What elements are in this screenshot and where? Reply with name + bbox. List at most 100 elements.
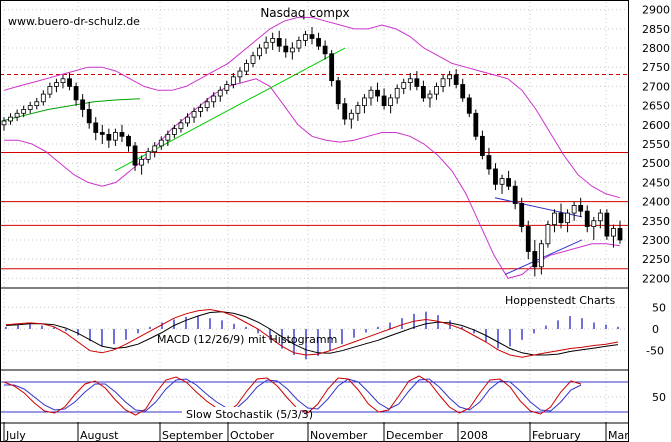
candle-body — [617, 228, 623, 241]
chart-title: Nasdaq compx — [260, 6, 349, 20]
price-tick-label: 2350 — [642, 215, 670, 228]
candle-body — [270, 38, 276, 43]
candle-body — [191, 110, 197, 118]
x-axis-label: August — [80, 429, 119, 442]
candle-body — [86, 109, 92, 124]
x-axis-label: November — [310, 429, 368, 442]
candle-body — [14, 112, 20, 118]
price-tick-label: 2750 — [642, 61, 670, 74]
x-axis-label: February — [532, 429, 581, 442]
price-tick-label: 2550 — [642, 138, 670, 151]
candle-body — [316, 38, 321, 47]
candle-body — [99, 132, 105, 135]
candle-body — [27, 105, 33, 110]
candle-body — [152, 145, 158, 153]
candle-body — [113, 132, 118, 141]
candle-body — [34, 101, 40, 107]
price-tick-label: 2600 — [642, 119, 670, 132]
watermark-text: www.buero-dr-schulz.de — [8, 15, 140, 28]
candle-body — [578, 205, 584, 212]
candle-body — [165, 134, 171, 141]
price-tick-label: 2850 — [642, 23, 670, 36]
candle-body — [434, 86, 439, 95]
candle-body — [132, 145, 138, 166]
chart-stage: 2200 2250 2300 2350 2400 2450 2500 2550 2600 2650… — [0, 0, 671, 442]
x-axis-label: Mar — [608, 429, 629, 442]
candle-body — [460, 84, 466, 99]
bollinger-upper-line — [3, 16, 621, 199]
stochastic-layer — [0, 375, 628, 416]
candle-body — [276, 38, 282, 47]
candle-body — [604, 212, 610, 237]
price-tick-label: 2200 — [642, 272, 670, 285]
candle-body — [414, 78, 420, 87]
candle-body — [473, 112, 479, 137]
candle-body — [512, 185, 518, 204]
candle-body — [289, 47, 295, 53]
candle-body — [552, 212, 557, 225]
x-axis-label: September — [162, 429, 223, 442]
candle-body — [401, 82, 407, 89]
candle-body — [309, 34, 315, 39]
price-tick-label: 2250 — [642, 253, 670, 266]
candle-body — [303, 34, 308, 41]
candle-body — [171, 128, 177, 135]
candle-body — [381, 95, 387, 107]
stochastic-label: Slow Stochastik (5/3/3) — [186, 408, 313, 421]
candle-body — [466, 97, 472, 114]
source-label: Hoppenstedt Charts — [505, 294, 616, 307]
x-axis-label: 2008 — [460, 429, 488, 442]
candle-body — [421, 86, 426, 99]
candle-body — [519, 203, 525, 227]
candle-body — [198, 107, 203, 112]
candle-body — [224, 84, 230, 91]
x-axis-label: December — [386, 429, 444, 442]
candle-body — [427, 93, 433, 99]
candle-body — [348, 112, 354, 120]
candle-body — [106, 134, 112, 141]
candle-body — [217, 89, 223, 97]
candle-body — [60, 78, 66, 83]
macd-tick-label: 50 — [652, 301, 666, 314]
candle-body — [388, 97, 394, 107]
candle-body — [204, 101, 210, 108]
candle-body — [296, 39, 302, 49]
candle-body — [145, 151, 151, 160]
candle-body — [362, 97, 367, 107]
macd-tick-label: -50 — [646, 345, 664, 358]
candle-body — [283, 45, 289, 53]
candle-body — [47, 86, 53, 95]
candle-body — [532, 251, 538, 268]
price-tick-label: 2650 — [642, 100, 670, 113]
stochastic-d-line — [4, 378, 582, 412]
candle-body — [21, 109, 27, 114]
candle-body — [486, 155, 492, 170]
candle-body — [8, 116, 13, 122]
candle-body — [597, 212, 603, 222]
candle-body — [211, 95, 217, 103]
stock-chart: 2200 2250 2300 2350 2400 2450 2500 2550 2600 2650… — [0, 0, 670, 442]
price-tick-label: 2900 — [642, 4, 670, 17]
candle-body — [342, 103, 348, 120]
x-axis-label: October — [230, 429, 274, 442]
candle-body — [322, 45, 328, 55]
candle-body — [493, 168, 498, 185]
candle-body — [538, 243, 544, 268]
price-tick-label: 2800 — [642, 42, 670, 55]
candle-body — [407, 78, 413, 83]
candle-body — [185, 116, 190, 124]
price-tick-label: 2400 — [642, 196, 670, 209]
candle-body — [499, 178, 505, 185]
macd-label: MACD (12/26/9) mit Histogramm — [157, 333, 337, 346]
candle-body — [257, 47, 262, 57]
candle-body — [440, 78, 446, 87]
candle-body — [611, 228, 616, 237]
candle-body — [506, 178, 511, 187]
candle-body — [584, 210, 590, 227]
plot-frame — [0, 0, 629, 442]
x-axis-label: July — [5, 429, 26, 442]
candle-body — [329, 53, 335, 82]
candle-body — [479, 135, 485, 156]
candle-body — [119, 132, 125, 137]
candle-body — [453, 74, 459, 85]
